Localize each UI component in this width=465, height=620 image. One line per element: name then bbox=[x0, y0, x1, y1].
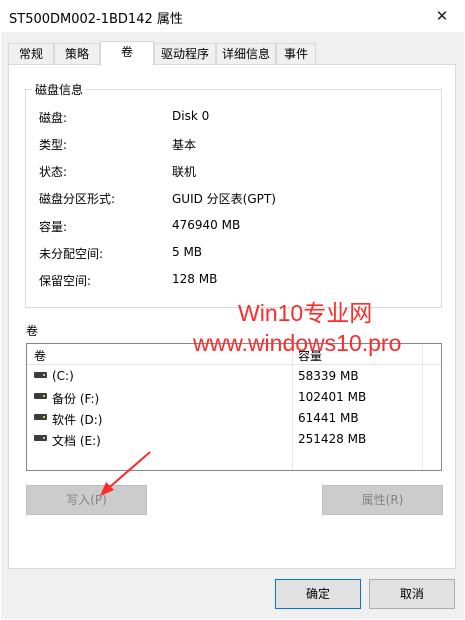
capacity-value: 476940 MB bbox=[172, 218, 241, 232]
red-arrow-annotation bbox=[100, 451, 151, 496]
drive-icon bbox=[34, 414, 47, 420]
window-title: ST500DM002-1BD142 属性 bbox=[9, 12, 183, 27]
reserved-label: 保留空间: bbox=[39, 274, 92, 288]
reserved-value: 128 MB bbox=[172, 272, 218, 286]
column-divider[interactable] bbox=[422, 344, 423, 470]
volumes-tab-panel: 磁盘信息 磁盘: Disk 0 类型: 基本 状态: 联机 磁盘分区形式: GU… bbox=[8, 64, 456, 569]
volume-name: 文档 (E:) bbox=[52, 434, 101, 448]
disk-label: 磁盘: bbox=[39, 111, 68, 125]
watermark-title: Win10专业网 bbox=[238, 300, 373, 326]
status-value: 联机 bbox=[172, 165, 197, 179]
volume-capacity: 251428 MB bbox=[298, 432, 367, 446]
volumes-list[interactable]: 卷 容量 (C:) 58339 MB 备份 (F:) 102401 MB 软件 … bbox=[26, 343, 442, 471]
list-item[interactable]: 文档 (E:) 251428 MB bbox=[27, 429, 441, 449]
disk-value: Disk 0 bbox=[172, 109, 210, 123]
list-item[interactable]: 备份 (F:) 102401 MB bbox=[27, 387, 441, 407]
disk-info-group-label: 磁盘信息 bbox=[32, 81, 87, 98]
volume-name: 软件 (D:) bbox=[52, 413, 103, 427]
watermark-url: www.windows10.pro bbox=[193, 330, 402, 356]
list-item[interactable]: 软件 (D:) 61441 MB bbox=[27, 408, 441, 428]
dialog-client: 常规 策略 卷 驱动程序 详细信息 事件 磁盘信息 磁盘: Disk 0 类型:… bbox=[1, 32, 464, 619]
properties-button[interactable]: 属性(R) bbox=[322, 485, 443, 515]
drive-icon bbox=[34, 393, 47, 399]
ok-button[interactable]: 确定 bbox=[275, 579, 361, 609]
column-header-volume[interactable]: 卷 bbox=[34, 347, 46, 364]
partition-style-label: 磁盘分区形式: bbox=[39, 192, 116, 206]
volume-name: (C:) bbox=[52, 369, 74, 383]
tab-details[interactable]: 详细信息 bbox=[216, 43, 276, 64]
list-item[interactable]: (C:) 58339 MB bbox=[27, 366, 441, 386]
drive-icon bbox=[34, 435, 47, 441]
unallocated-label: 未分配空间: bbox=[39, 247, 104, 261]
disk-info-group: 磁盘信息 磁盘: Disk 0 类型: 基本 状态: 联机 磁盘分区形式: GU… bbox=[25, 81, 442, 308]
type-value: 基本 bbox=[172, 138, 197, 152]
tab-events[interactable]: 事件 bbox=[276, 43, 316, 64]
volume-capacity: 58339 MB bbox=[298, 369, 359, 383]
tab-general[interactable]: 常规 bbox=[8, 43, 54, 64]
type-label: 类型: bbox=[39, 138, 68, 152]
close-button[interactable]: ✕ bbox=[419, 0, 465, 32]
tab-volumes[interactable]: 卷 bbox=[100, 41, 154, 66]
tab-driver[interactable]: 驱动程序 bbox=[154, 43, 216, 64]
volume-name: 备份 (F:) bbox=[52, 392, 100, 406]
capacity-label: 容量: bbox=[39, 220, 68, 234]
partition-style-value: GUID 分区表(GPT) bbox=[172, 192, 276, 206]
volumes-section-label: 卷 bbox=[26, 324, 39, 338]
status-label: 状态: bbox=[39, 165, 68, 179]
volume-capacity: 61441 MB bbox=[298, 411, 359, 425]
column-divider[interactable] bbox=[292, 344, 293, 470]
unallocated-value: 5 MB bbox=[172, 245, 203, 259]
tab-policies[interactable]: 策略 bbox=[54, 43, 100, 64]
cancel-button[interactable]: 取消 bbox=[369, 579, 455, 609]
volume-capacity: 102401 MB bbox=[298, 390, 367, 404]
title-bar: ST500DM002-1BD142 属性 ✕ bbox=[0, 0, 465, 32]
drive-icon bbox=[34, 372, 47, 378]
